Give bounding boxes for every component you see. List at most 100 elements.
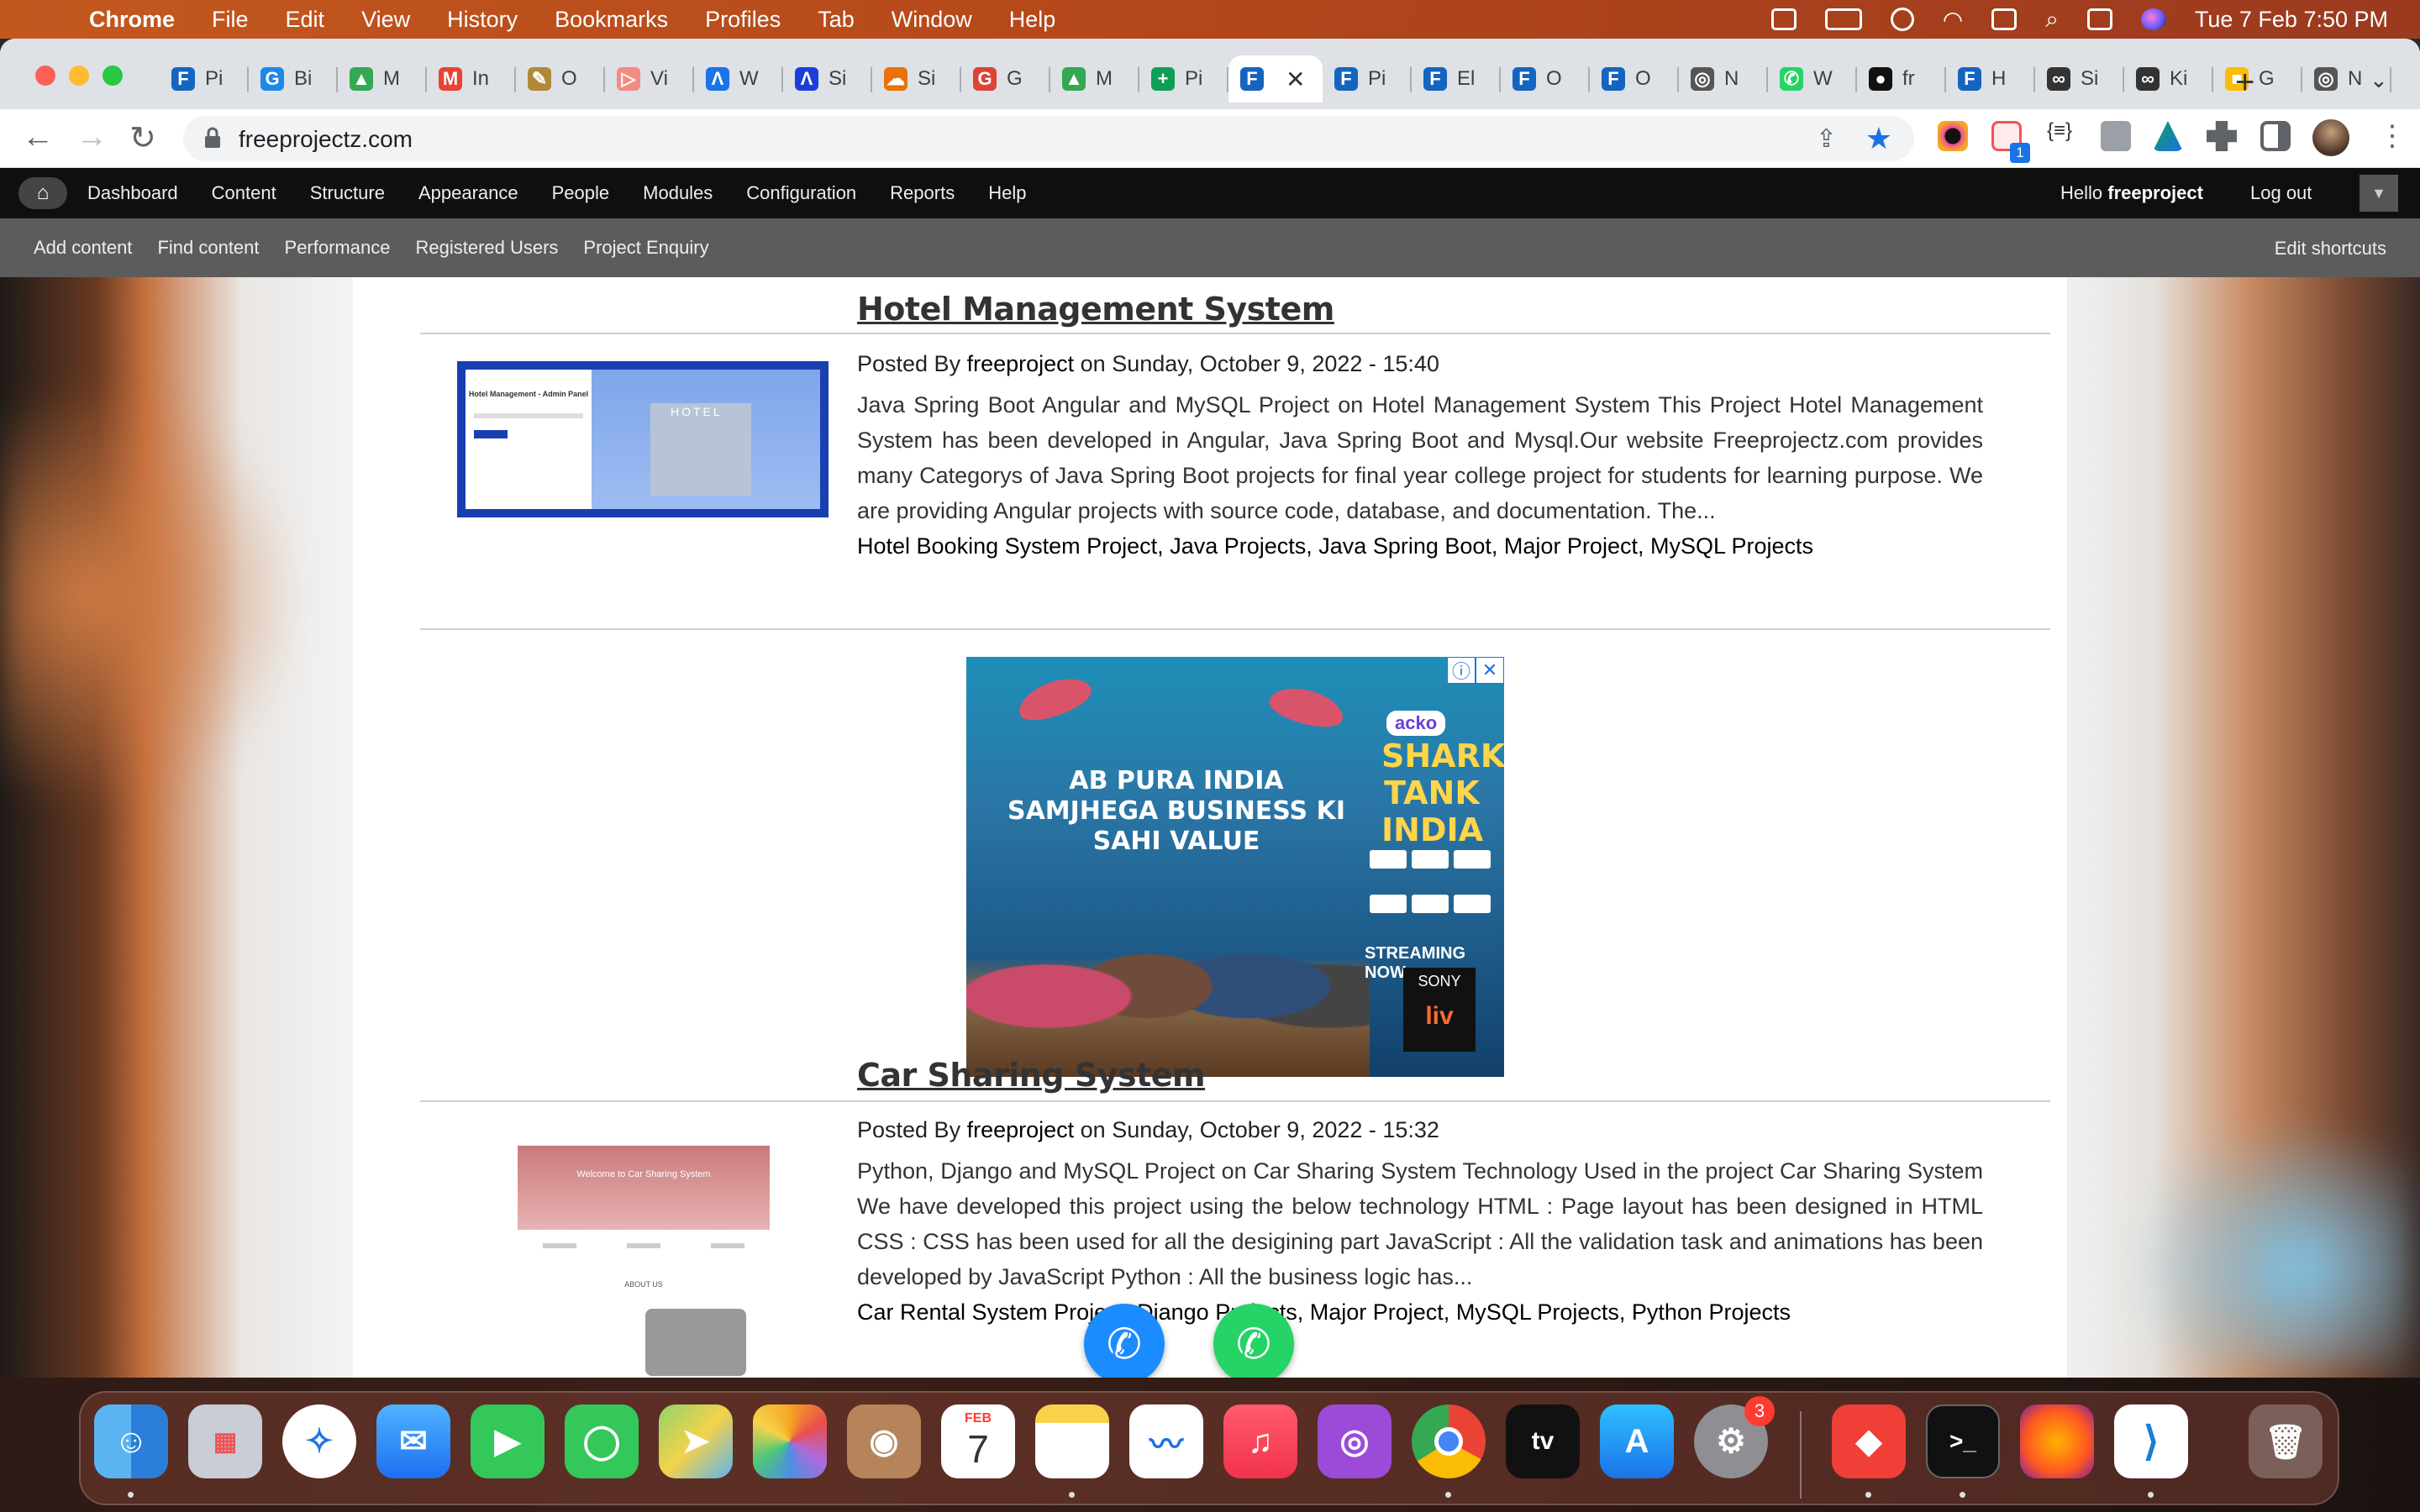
- browser-tab[interactable]: ✎ O: [516, 55, 605, 102]
- launchpad-icon[interactable]: ▦: [188, 1404, 262, 1478]
- trash-icon[interactable]: 🗑: [2249, 1404, 2323, 1478]
- browser-tab[interactable]: ■ G: [2213, 55, 2302, 102]
- browser-tab[interactable]: FO: [1501, 55, 1590, 102]
- tag-link[interactable]: Major Project: [1504, 533, 1638, 559]
- new-tab-button[interactable]: +: [2235, 64, 2254, 102]
- minimize-window-button[interactable]: [69, 66, 89, 86]
- hotel-thumbnail[interactable]: Hotel Management - Admin Panel HOTEL: [457, 361, 829, 517]
- browser-tab[interactable]: ◎ N: [1679, 55, 1768, 102]
- mail-icon[interactable]: ✉: [376, 1404, 450, 1478]
- browser-tab[interactable]: ∞ Si: [2035, 55, 2124, 102]
- facetime-icon[interactable]: ▶: [471, 1404, 544, 1478]
- menu-window[interactable]: Window: [892, 7, 972, 33]
- browser-tab[interactable]: ▷ Vi: [605, 55, 694, 102]
- back-button[interactable]: ←: [22, 119, 54, 155]
- advertisement-banner[interactable]: ⓘ ✕ AB PURA INDIA SAMJHEGA BUSINESS KI S…: [966, 657, 1504, 1077]
- zoom-window-button[interactable]: [103, 66, 123, 86]
- control-center-icon[interactable]: [2086, 8, 2112, 30]
- shortcut-performance[interactable]: Performance: [285, 237, 391, 259]
- tag-link[interactable]: Python Projects: [1632, 1299, 1791, 1325]
- tab-active[interactable]: F ✕: [1228, 55, 1323, 102]
- menu-tab[interactable]: Tab: [818, 7, 855, 33]
- article-title[interactable]: Hotel Management System: [857, 291, 1983, 328]
- screenshot-camera-icon[interactable]: [2101, 121, 2131, 151]
- shortcut-find-content[interactable]: Find content: [157, 237, 259, 259]
- browser-tab[interactable]: ▲ M: [338, 55, 427, 102]
- shortcut-registered-users[interactable]: Registered Users: [415, 237, 558, 259]
- admin-content[interactable]: Content: [212, 182, 276, 204]
- contacts-icon[interactable]: ◉: [847, 1404, 921, 1478]
- firefox-icon[interactable]: [2020, 1404, 2094, 1478]
- tag-link[interactable]: MySQL Projects: [1456, 1299, 1619, 1325]
- tag-link[interactable]: Car Rental System Project: [857, 1299, 1124, 1325]
- menu-help[interactable]: Help: [1009, 7, 1056, 33]
- car-sharing-thumbnail[interactable]: Welcome to Car Sharing System ABOUT US: [518, 1137, 770, 1378]
- profile-avatar[interactable]: [2312, 119, 2349, 156]
- menu-profiles[interactable]: Profiles: [705, 7, 781, 33]
- shortcut-add-content[interactable]: Add content: [34, 237, 132, 259]
- browser-tab[interactable]: F Pi: [1323, 55, 1412, 102]
- browser-tab[interactable]: FO: [1590, 55, 1679, 102]
- menu-app-name[interactable]: Chrome: [89, 7, 175, 33]
- admin-people[interactable]: People: [552, 182, 610, 204]
- vpn-extension-icon[interactable]: [2153, 121, 2183, 151]
- home-icon[interactable]: ⌂: [18, 177, 67, 209]
- ad-close-icon[interactable]: ✕: [1476, 657, 1504, 684]
- browser-tab[interactable]: ☁ Si: [872, 55, 961, 102]
- tag-link[interactable]: Java Spring Boot: [1318, 533, 1491, 559]
- tag-link[interactable]: MySQL Projects: [1650, 533, 1813, 559]
- safari-icon[interactable]: ✧: [282, 1404, 356, 1478]
- terminal-icon[interactable]: >_: [1926, 1404, 2000, 1478]
- browser-tab[interactable]: G Bi: [249, 55, 338, 102]
- browser-tab[interactable]: F El: [1412, 55, 1501, 102]
- calendar-icon[interactable]: FEB 7: [941, 1404, 1015, 1478]
- admin-dashboard[interactable]: Dashboard: [87, 182, 178, 204]
- admin-appearance[interactable]: Appearance: [418, 182, 518, 204]
- admin-reports[interactable]: Reports: [890, 182, 955, 204]
- address-bar[interactable]: freeprojectz.com ⇪ ★: [183, 116, 1914, 161]
- toolbar-toggle-chevron-icon[interactable]: ▼: [2360, 175, 2398, 212]
- author-link[interactable]: freeproject: [967, 351, 1075, 376]
- battery-icon[interactable]: [1824, 8, 1862, 30]
- edit-shortcuts-link[interactable]: Edit shortcuts: [2275, 238, 2386, 260]
- photos-icon[interactable]: [753, 1404, 827, 1478]
- article-title[interactable]: Car Sharing System: [857, 1057, 1983, 1094]
- browser-tab[interactable]: FH: [1946, 55, 2035, 102]
- browser-tab[interactable]: + Pi: [1139, 55, 1228, 102]
- color-picker-extension-icon[interactable]: [1938, 121, 1968, 151]
- shortcut-project-enquiry[interactable]: Project Enquiry: [583, 237, 708, 259]
- chrome-icon[interactable]: [1412, 1404, 1486, 1478]
- chrome-menu-icon[interactable]: ⋮: [2378, 119, 2407, 153]
- address-url[interactable]: freeprojectz.com: [239, 126, 413, 153]
- close-tab-icon[interactable]: ✕: [1286, 66, 1305, 93]
- siri-icon[interactable]: [2140, 8, 2166, 30]
- reload-button[interactable]: ↻: [129, 119, 156, 157]
- podcasts-icon[interactable]: ◎: [1318, 1404, 1392, 1478]
- admin-configuration[interactable]: Configuration: [746, 182, 856, 204]
- keyboard-input-icon[interactable]: [1991, 8, 2018, 30]
- browser-tab[interactable]: F Pi: [160, 55, 249, 102]
- hello-user[interactable]: Hello freeproject: [2060, 182, 2203, 204]
- logout-link[interactable]: Log out: [2250, 182, 2312, 204]
- time-machine-icon[interactable]: [1890, 8, 1914, 31]
- call-button[interactable]: ✆: [1084, 1304, 1165, 1378]
- author-link[interactable]: freeproject: [967, 1117, 1075, 1142]
- browser-tab[interactable]: ∞ Ki: [2124, 55, 2213, 102]
- tag-link[interactable]: Java Projects: [1170, 533, 1306, 559]
- ad-info-icon[interactable]: ⓘ: [1447, 657, 1476, 684]
- notes-icon[interactable]: [1035, 1404, 1109, 1478]
- spotlight-search-icon[interactable]: ⌕: [2045, 6, 2059, 34]
- forward-button[interactable]: →: [76, 119, 108, 155]
- close-window-button[interactable]: [35, 66, 55, 86]
- browser-tab[interactable]: M In: [427, 55, 516, 102]
- menu-bar-clock[interactable]: Tue 7 Feb 7:50 PM: [2195, 7, 2388, 33]
- browser-tab[interactable]: ▲ M: [1050, 55, 1139, 102]
- browser-tab[interactable]: GG: [961, 55, 1050, 102]
- admin-help[interactable]: Help: [988, 182, 1026, 204]
- lock-icon[interactable]: [203, 127, 222, 149]
- app-store-icon[interactable]: A: [1600, 1404, 1674, 1478]
- menu-history[interactable]: History: [447, 7, 518, 33]
- menu-file[interactable]: File: [212, 7, 249, 33]
- browser-tab[interactable]: ● fr: [1857, 55, 1946, 102]
- browser-tab[interactable]: ΛW: [694, 55, 783, 102]
